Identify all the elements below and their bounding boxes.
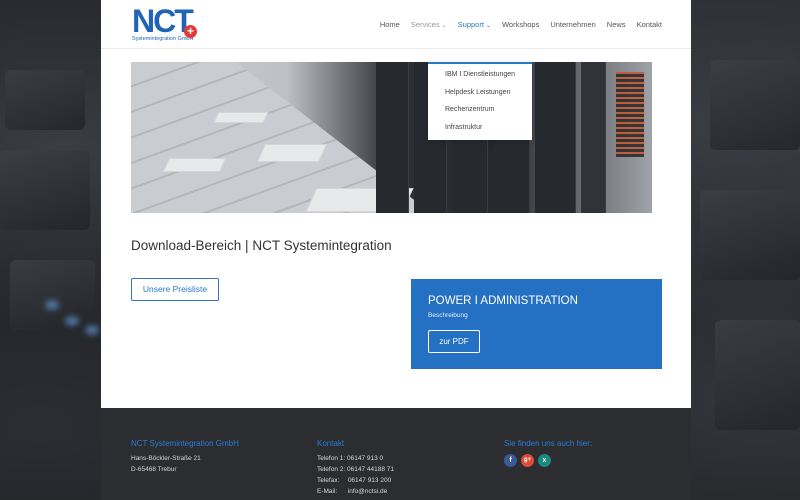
footer-contact-heading: Kontakt [317, 439, 345, 448]
card-description: Beschreibung [428, 312, 468, 319]
hero-datacenter-image [131, 62, 652, 213]
download-card: POWER I ADMINISTRATION Beschreibung zur … [411, 279, 662, 369]
footer-email: E-Mail: info@nctsi.de [317, 488, 394, 499]
nav-news-label: News [606, 20, 626, 29]
nav-support[interactable]: Support ⌄ [458, 20, 491, 29]
page-title: Download-Bereich | NCT Systemintegration [131, 238, 392, 253]
footer-contact: Kontakt Telefon 1: 06147 913 0 Telefon 2… [317, 439, 394, 499]
menu-item-rechenzentrum[interactable]: Rechenzentrum [428, 101, 532, 119]
nav-kontakt-label: Kontakt [636, 20, 662, 29]
nct-logo[interactable]: NCT + Systemintegration GmbH [132, 5, 197, 42]
footer-fax: Telefax: 06147 913 200 [317, 477, 394, 488]
chevron-down-icon: ⌄ [441, 23, 447, 29]
footer-phone-1: Telefon 1: 06147 913 0 [317, 455, 384, 462]
footer-social: Sie finden uns auch hier: f g+ x [504, 439, 592, 467]
main-navigation: Home Services ⌄ Support ⌄ Workshops Untern… [380, 20, 662, 29]
nav-unternehmen-label: Unternehmen [550, 20, 596, 29]
footer-social-heading: Sie finden uns auch hier: [504, 439, 593, 448]
social-icons: f g+ x [504, 454, 592, 467]
fax-number: 06147 913 200 [347, 477, 392, 484]
footer-street: Hans-Böckler-Straße 21 [131, 455, 201, 462]
footer-company-heading: NCT Systemintegration GmbH [131, 439, 239, 448]
support-dropdown-menu: IBM I Dienstleistungen Helpdesk Leistung… [428, 62, 532, 140]
footer-phone-2: Telefon 2: 06147 44188 71 [317, 466, 394, 473]
hero-cables [616, 72, 644, 157]
nav-unternehmen[interactable]: Unternehmen [550, 20, 595, 29]
nav-workshops-label: Workshops [501, 20, 540, 29]
site-header: NCT + Systemintegration GmbH Home Servic… [101, 0, 691, 49]
price-list-button[interactable]: Unsere Preisliste [131, 278, 219, 301]
nav-services[interactable]: Services ⌄ [411, 20, 447, 29]
hero-server-rack [376, 62, 409, 213]
hero-server-rack [535, 62, 576, 213]
facebook-icon[interactable]: f [504, 454, 517, 467]
fax-label: Telefax: [317, 477, 340, 484]
website-page: NCT + Systemintegration GmbH Home Servic… [101, 0, 691, 500]
card-title: POWER I ADMINISTRATION [428, 295, 578, 307]
menu-item-helpdesk-leistungen[interactable]: Helpdesk Leistungen [428, 84, 532, 102]
email-link[interactable]: info@nctsi.de [348, 488, 387, 495]
menu-item-ibm-dienstleistungen[interactable]: IBM I Dienstleistungen [428, 66, 532, 84]
hero-server-rack [581, 62, 606, 213]
footer-company: NCT Systemintegration GmbH Hans-Böckler-… [131, 439, 239, 477]
logo-plus-badge: + [184, 25, 197, 38]
nav-news[interactable]: News [607, 20, 626, 29]
nav-services-label: Services [410, 20, 440, 29]
logo-subtitle: Systemintegration GmbH [132, 36, 194, 42]
nav-support-label: Support [457, 20, 484, 29]
hero-floor-tile [256, 144, 328, 162]
nav-home[interactable]: Home [380, 20, 400, 29]
chevron-down-icon: ⌄ [485, 23, 491, 29]
google-plus-icon[interactable]: g+ [521, 454, 534, 467]
hero-floor-tile [213, 112, 269, 123]
email-label: E-Mail: [317, 488, 338, 495]
xing-icon[interactable]: x [538, 454, 551, 467]
nav-home-label: Home [379, 20, 400, 29]
nav-kontakt[interactable]: Kontakt [637, 20, 662, 29]
nav-workshops[interactable]: Workshops [502, 20, 539, 29]
footer-city: D-65468 Trebur [131, 466, 177, 473]
hero-floor-tile [162, 158, 227, 172]
pdf-download-button[interactable]: zur PDF [428, 330, 480, 353]
menu-item-infrastruktur[interactable]: Infrastruktur [428, 119, 532, 137]
site-footer: NCT Systemintegration GmbH Hans-Böckler-… [101, 408, 691, 500]
